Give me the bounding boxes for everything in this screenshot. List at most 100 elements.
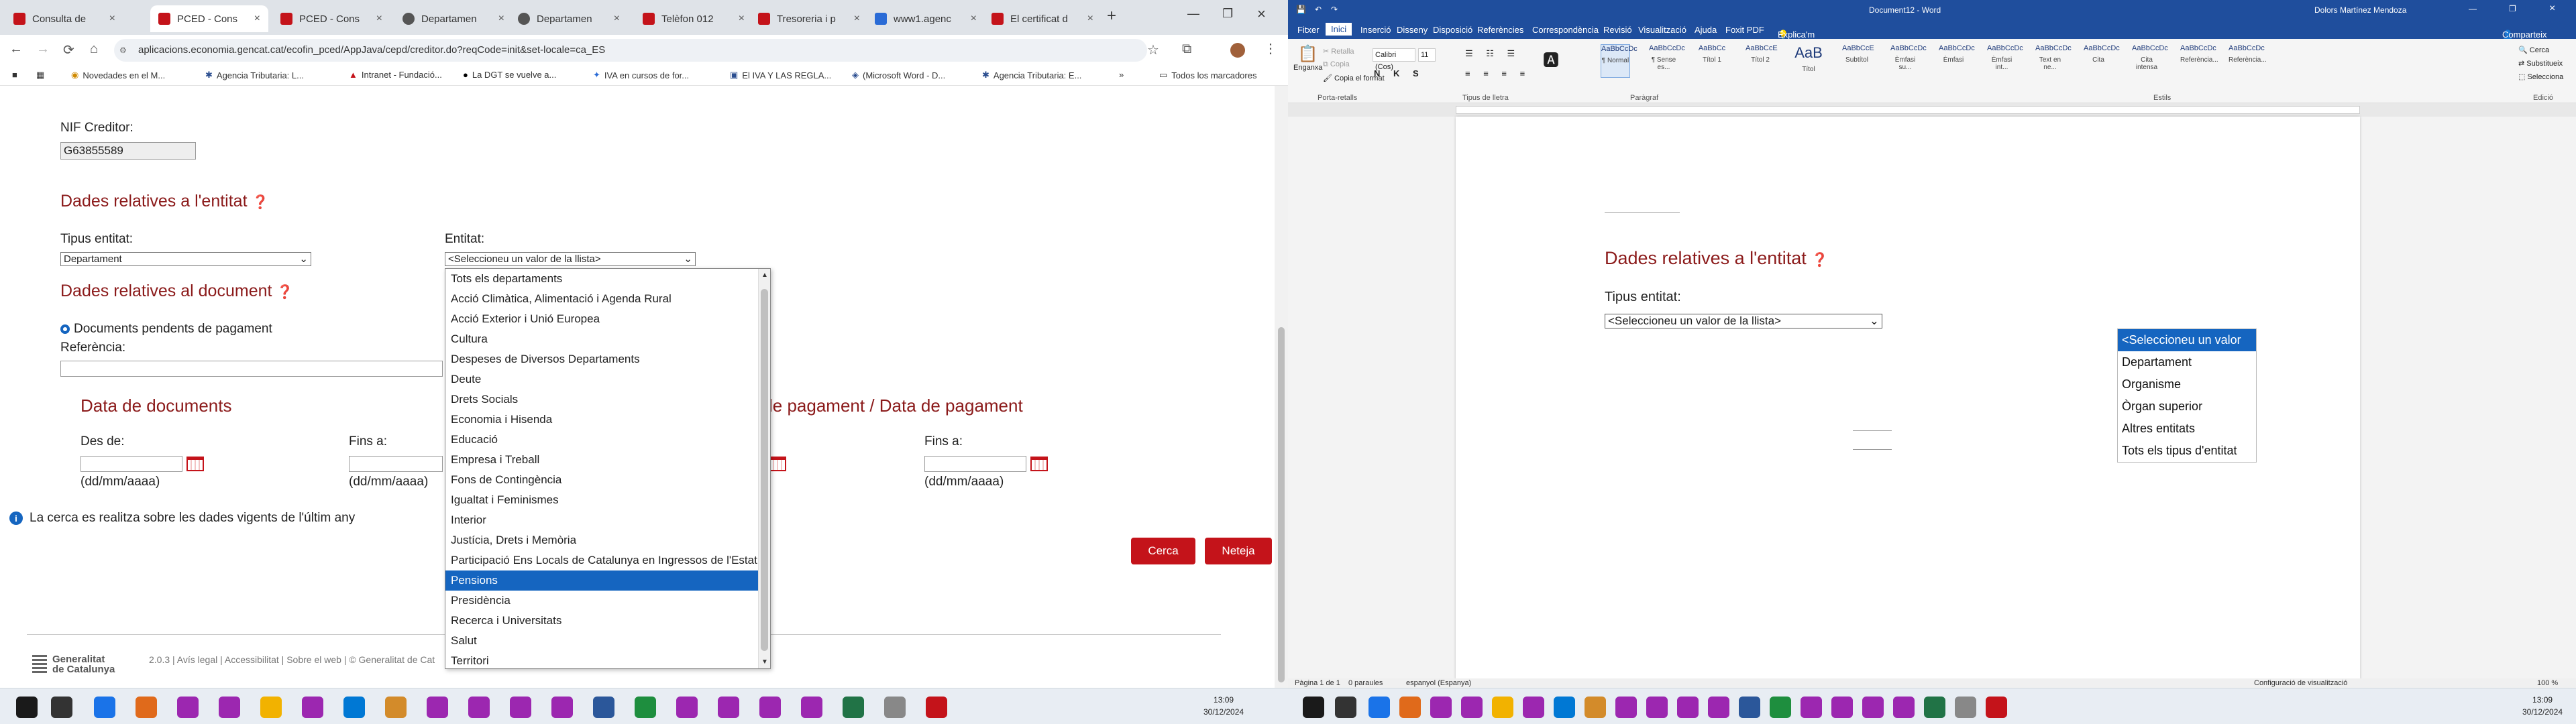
home-icon[interactable]: ⌂ [90,42,98,57]
taskbar-app-icon[interactable] [302,697,323,718]
menu-file[interactable]: Fitxer [1297,25,1320,35]
close-icon[interactable]: × [376,13,382,25]
tab-4[interactable]: Departamen × [394,5,513,32]
help-icon[interactable]: ❓ [276,285,293,300]
taskbar-app-icon[interactable] [94,697,115,718]
close-icon[interactable]: × [971,13,977,25]
doc-dropdown-list[interactable]: <Seleccioneu un valor de la llista> Depar… [2117,328,2257,463]
status-words[interactable]: 0 paraules [1348,679,1383,687]
calendar-icon[interactable] [769,457,786,471]
bookmark-star-icon[interactable]: ☆ [1147,42,1159,58]
back-icon[interactable]: ← [9,42,23,57]
dropdown-option[interactable]: Presidència [445,591,758,611]
clear-button[interactable]: Neteja [1205,538,1272,564]
bookmark-3[interactable]: ▲ Intranet - Fundació... [349,70,442,80]
taskbar-app-icon[interactable] [1893,697,1915,718]
tab-7[interactable]: Tresoreria i p × [750,5,868,32]
dropdown-option[interactable]: Empresa i Treball [445,450,758,470]
dropdown-option[interactable]: Salut [445,631,758,651]
menu-foxit[interactable]: Foxit PDF [1725,25,1764,35]
taskbar-app-icon[interactable] [801,697,822,718]
menu-references[interactable]: Referències [1477,25,1523,35]
taskbar-app-icon[interactable] [843,697,864,718]
dropdown-option[interactable]: Territori [445,651,758,671]
bookmark-6[interactable]: ▣ El IVA Y LAS REGLA... [730,70,831,80]
taskbar-app-icon[interactable] [1739,697,1760,718]
paste-button[interactable]: 📋 Enganxa [1293,44,1322,72]
windows-start-icon[interactable] [16,697,38,718]
from-date-field[interactable] [80,456,182,472]
reload-icon[interactable]: ⟳ [63,42,74,58]
character-button[interactable]: 🅰 [1543,47,1559,70]
taskbar-app-icon[interactable] [510,697,531,718]
taskbar-app-icon[interactable] [1955,697,1976,718]
style-2[interactable]: AaBbCcDc ¶ Sense es... [1649,44,1685,78]
taskbar-app-icon[interactable] [427,697,448,718]
extensions-icon[interactable]: ⧉ [1182,42,1191,57]
taskbar-app-icon[interactable] [1461,697,1483,718]
style-6[interactable]: AaBbCcE Subtítol [1842,44,1874,78]
menu-design[interactable]: Disseny [1397,25,1428,35]
close-icon[interactable]: × [1087,13,1093,25]
style-14[interactable]: AaBbCcDc Referència... [2229,44,2267,78]
taskbar-app-icon[interactable] [1831,697,1853,718]
dropdown-option[interactable]: Drets Socials [445,389,758,410]
dropdown-option[interactable]: Acció Exterior i Unió Europea [445,309,758,329]
taskbar-app-icon[interactable] [1770,697,1791,718]
taskbar-app-icon[interactable] [718,697,739,718]
close-icon[interactable]: × [614,13,620,25]
taskbar-app-icon[interactable] [1399,697,1421,718]
tab-9[interactable]: El certificat d × [983,5,1102,32]
calendar-icon[interactable] [186,457,204,471]
taskbar-app-icon[interactable] [1585,697,1606,718]
bookmark-4[interactable]: ● La DGT se vuelve a... [463,70,556,80]
tab-1[interactable]: Consulta de × [5,5,123,32]
to-date-field-2[interactable] [924,456,1026,472]
maximize-icon[interactable]: ❐ [2509,4,2516,13]
to-date-field[interactable] [349,456,443,472]
font-name-select[interactable]: Calibri (Cos) [1373,48,1415,71]
save-icon[interactable]: 💾 [1296,5,1306,14]
reference-field[interactable] [60,361,443,377]
taskbar-app-icon[interactable] [1615,697,1637,718]
taskbar-app-icon[interactable] [1708,697,1729,718]
more-bookmarks-icon[interactable]: » [1119,70,1124,80]
window-close-icon[interactable]: × [1257,5,1266,23]
dropdown-option[interactable]: Justícia, Drets i Memòria [445,530,758,550]
scroll-down-icon[interactable]: ▼ [761,658,768,666]
scrollbar-thumb[interactable] [761,289,768,651]
window-close-icon[interactable]: × [2549,3,2555,15]
redo-icon[interactable]: ↷ [1331,5,1338,14]
taskbar-app-icon[interactable] [759,697,781,718]
taskbar-app-icon[interactable] [1523,697,1544,718]
help-icon[interactable]: ❓ [252,195,268,210]
find-button[interactable]: 🔍 Cerca [2518,46,2549,54]
taskbar-app-icon[interactable] [1862,697,1884,718]
align-buttons[interactable]: ≡ ≡ ≡ ≡ [1465,68,1530,78]
tab-5[interactable]: Departamen × [510,5,628,32]
taskbar-app-icon[interactable] [551,697,573,718]
menu-help[interactable]: Ajuda [1695,25,1717,35]
taskbar-app-icon[interactable] [219,697,240,718]
apps-icon[interactable]: ■ [12,70,17,80]
menu-mailings[interactable]: Correspondència [1532,25,1599,35]
taskbar-app-icon[interactable] [260,697,282,718]
close-icon[interactable]: × [498,13,504,25]
doc-dropdown-option[interactable]: Òrgan superior [2118,396,2256,418]
doc-dropdown-option[interactable]: Departament [2118,351,2256,373]
tipus-entitat-select[interactable]: Departament ⌄ [60,252,311,266]
taskbar-app-icon[interactable] [1554,697,1575,718]
close-icon[interactable]: × [854,13,860,25]
taskbar-app-icon[interactable] [635,697,656,718]
forward-icon[interactable]: → [36,42,50,57]
minimize-icon[interactable]: — [2469,4,2477,13]
taskbar-app-icon[interactable] [1430,697,1452,718]
style-4[interactable]: AaBbCcE Títol 2 [1746,44,1778,78]
doc-select[interactable]: <Seleccioneu un valor de la llista> ⌄ [1605,314,1882,328]
style-10[interactable]: AaBbCcDc Text en ne... [2035,44,2072,78]
status-view-settings[interactable]: Configuració de visualització [2254,679,2347,687]
dropdown-option[interactable]: Participació Ens Locals de Catalunya en … [445,550,758,570]
search-button[interactable]: Cerca [1131,538,1195,564]
taskbar-app-icon[interactable] [1801,697,1822,718]
style-1[interactable]: AaBbCcDc ¶ Normal [1601,44,1638,78]
